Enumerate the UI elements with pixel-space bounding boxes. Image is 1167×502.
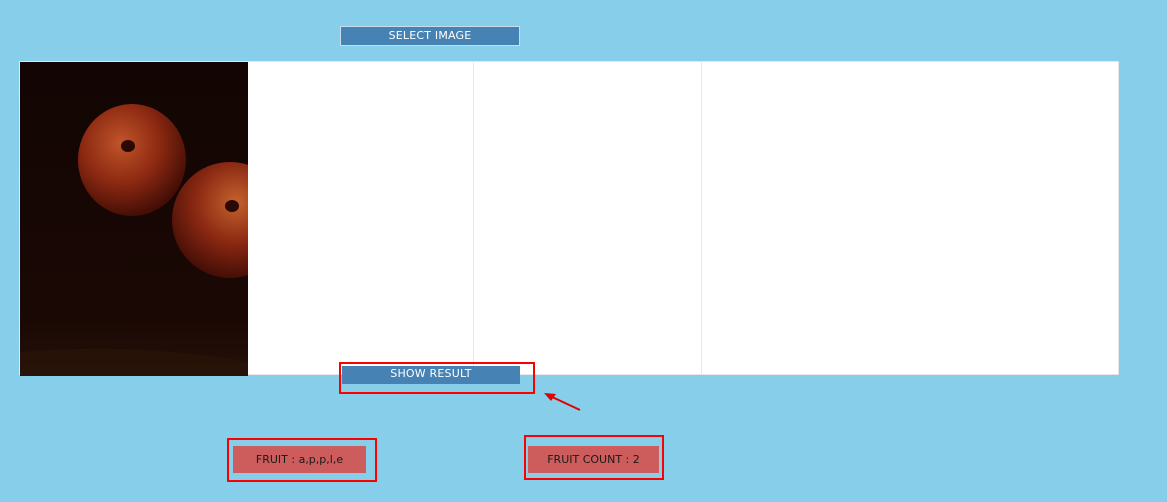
- panel-divider: [701, 62, 702, 374]
- apple-photo: [20, 62, 248, 376]
- panel-divider: [473, 62, 474, 374]
- select-image-button[interactable]: SELECT IMAGE: [340, 26, 520, 46]
- show-result-button[interactable]: SHOW RESULT: [342, 366, 520, 384]
- pointer-arrow-icon: [544, 393, 581, 411]
- image-display-panel: [19, 61, 1119, 376]
- fruit-name-result: FRUIT : a,p,p,l,e: [233, 446, 366, 473]
- fruit-count-result: FRUIT COUNT : 2: [528, 446, 659, 473]
